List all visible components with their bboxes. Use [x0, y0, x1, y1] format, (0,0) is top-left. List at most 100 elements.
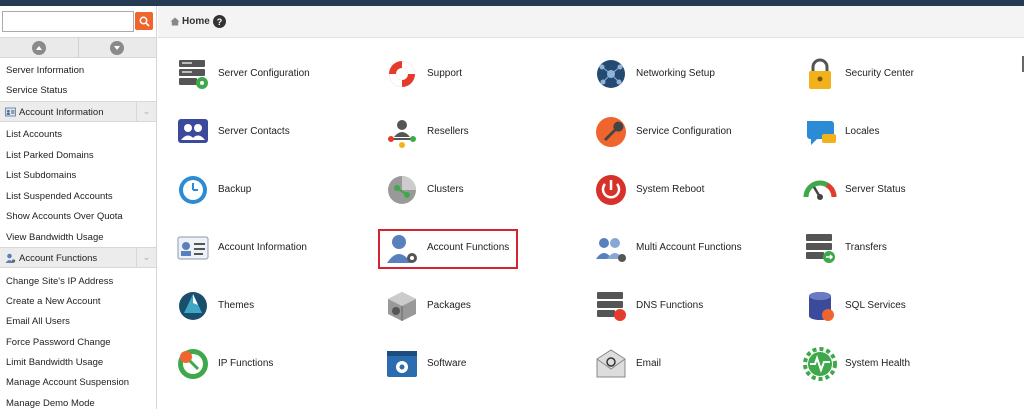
user-icon [5, 253, 16, 263]
sidebar-item-create-account[interactable]: Create a New Account [6, 296, 101, 310]
tile-service-configuration[interactable]: Service Configuration [594, 115, 794, 151]
tile-label: Resellers [427, 126, 469, 137]
home-icon[interactable] [170, 17, 180, 26]
tile-label: Support [427, 68, 463, 79]
tile-themes[interactable]: Themes [176, 289, 376, 325]
tile-support[interactable]: Support [385, 57, 585, 93]
chevron-up-icon [36, 46, 42, 50]
scroll-up-button[interactable] [32, 41, 46, 55]
sidebar-item-email-all-users[interactable]: Email All Users [6, 316, 70, 330]
sidebar-item-show-accounts-over-quota[interactable]: Show Accounts Over Quota [6, 211, 123, 225]
help-icon[interactable]: ? [213, 15, 226, 28]
sidebar-item-force-password-change[interactable]: Force Password Change [6, 337, 111, 351]
sidebar-item-manage-demo-mode[interactable]: Manage Demo Mode [6, 398, 95, 412]
tile-label: Transfers [845, 242, 887, 253]
clusters-icon [385, 173, 419, 207]
tile-label: Software [427, 358, 467, 369]
sidebar-item-list-suspended-accounts[interactable]: List Suspended Accounts [6, 191, 113, 205]
sidebar-item-service-status[interactable]: Service Status [6, 85, 67, 99]
tile-label: Security Center [845, 68, 914, 79]
tile-label: DNS Functions [636, 300, 704, 311]
tile-resellers[interactable]: Resellers [385, 115, 585, 151]
tile-system-health[interactable]: System Health [803, 347, 1003, 383]
tile-locales[interactable]: Locales [803, 115, 1003, 151]
padlock-icon [803, 57, 837, 91]
backup-icon [176, 173, 210, 207]
chevron-down-icon[interactable]: ⌄ [136, 102, 156, 121]
tile-sql-services[interactable]: SQL Services [803, 289, 1003, 325]
sidebar-item-list-subdomains[interactable]: List Subdomains [6, 170, 76, 184]
section-label: Account Information [19, 107, 104, 118]
wrench-icon [594, 115, 628, 149]
tile-packages[interactable]: Packages [385, 289, 585, 325]
resellers-icon [385, 115, 419, 149]
tile-label: Networking Setup [636, 68, 715, 79]
users-gear-icon [594, 231, 628, 265]
sidebar-item-limit-bandwidth-usage[interactable]: Limit Bandwidth Usage [6, 357, 103, 371]
package-icon [385, 289, 419, 323]
server-config-icon [176, 57, 210, 91]
power-icon [594, 173, 628, 207]
sidebar-item-server-information[interactable]: Server Information [6, 65, 84, 79]
tile-account-information[interactable]: Account Information [176, 231, 376, 267]
tile-label: Backup [218, 184, 252, 195]
tile-networking-setup[interactable]: Networking Setup [594, 57, 794, 93]
chevron-down-icon[interactable]: ⌄ [136, 248, 156, 267]
tile-label: System Health [845, 358, 911, 369]
section-account-functions[interactable]: Account Functions ⌄ [0, 247, 156, 268]
tile-server-configuration[interactable]: Server Configuration [176, 57, 376, 93]
sidebar: Server Information Service Status Accoun… [0, 6, 157, 409]
tile-label: Account Information [218, 242, 307, 253]
tile-label: Server Configuration [218, 68, 310, 79]
dns-server-icon [594, 289, 628, 323]
search-button[interactable] [135, 12, 153, 30]
sidebar-item-view-bandwidth-usage[interactable]: View Bandwidth Usage [6, 232, 104, 246]
tile-label: Server Status [845, 184, 906, 195]
sidebar-item-change-site-ip[interactable]: Change Site's IP Address [6, 276, 113, 290]
tile-label: IP Functions [218, 358, 274, 369]
locales-icon [803, 115, 837, 149]
sidebar-item-list-accounts[interactable]: List Accounts [6, 129, 62, 143]
tile-label: Multi Account Functions [636, 242, 742, 253]
tile-server-contacts[interactable]: Server Contacts [176, 115, 376, 151]
tile-clusters[interactable]: Clusters [385, 173, 585, 209]
breadcrumb-home[interactable]: Home [182, 16, 210, 27]
chevron-down-icon [114, 46, 120, 50]
scroll-down-button[interactable] [110, 41, 124, 55]
tile-multi-account-functions[interactable]: Multi Account Functions [594, 231, 794, 267]
sidebar-item-manage-account-suspension[interactable]: Manage Account Suspension [6, 377, 129, 391]
tile-dns-functions[interactable]: DNS Functions [594, 289, 794, 325]
tile-software[interactable]: Software [385, 347, 585, 383]
health-gear-icon [803, 347, 837, 381]
section-account-information[interactable]: Account Information ⌄ [0, 101, 156, 122]
tile-label: Clusters [427, 184, 464, 195]
support-lifebuoy-icon [385, 57, 419, 91]
search-icon [139, 16, 150, 27]
sidebar-scroll-controls [0, 37, 156, 58]
software-window-icon [385, 347, 419, 381]
sidebar-search [2, 11, 153, 33]
tile-ip-functions[interactable]: IP Functions [176, 347, 376, 383]
tile-transfers[interactable]: Transfers [803, 231, 1003, 267]
tile-label: Service Configuration [636, 126, 732, 137]
section-label: Account Functions [19, 253, 98, 264]
tile-backup[interactable]: Backup [176, 173, 376, 209]
tile-label: Packages [427, 300, 471, 311]
tile-security-center[interactable]: Security Center [803, 57, 1003, 93]
networking-icon [594, 57, 628, 91]
tile-server-status[interactable]: Server Status [803, 173, 1003, 209]
themes-icon [176, 289, 210, 323]
id-card-icon [176, 231, 210, 265]
gauge-icon [803, 173, 837, 207]
tile-email[interactable]: Email [594, 347, 794, 383]
email-icon [594, 347, 628, 381]
tile-system-reboot[interactable]: System Reboot [594, 173, 794, 209]
breadcrumb: Home ? [158, 6, 1024, 38]
sidebar-item-list-parked-domains[interactable]: List Parked Domains [6, 150, 94, 164]
tile-label: SQL Services [845, 300, 906, 311]
search-input[interactable] [2, 11, 134, 32]
tile-label: Email [636, 358, 662, 369]
database-icon [803, 289, 837, 323]
tile-label: System Reboot [636, 184, 705, 195]
tile-label: Locales [845, 126, 880, 137]
